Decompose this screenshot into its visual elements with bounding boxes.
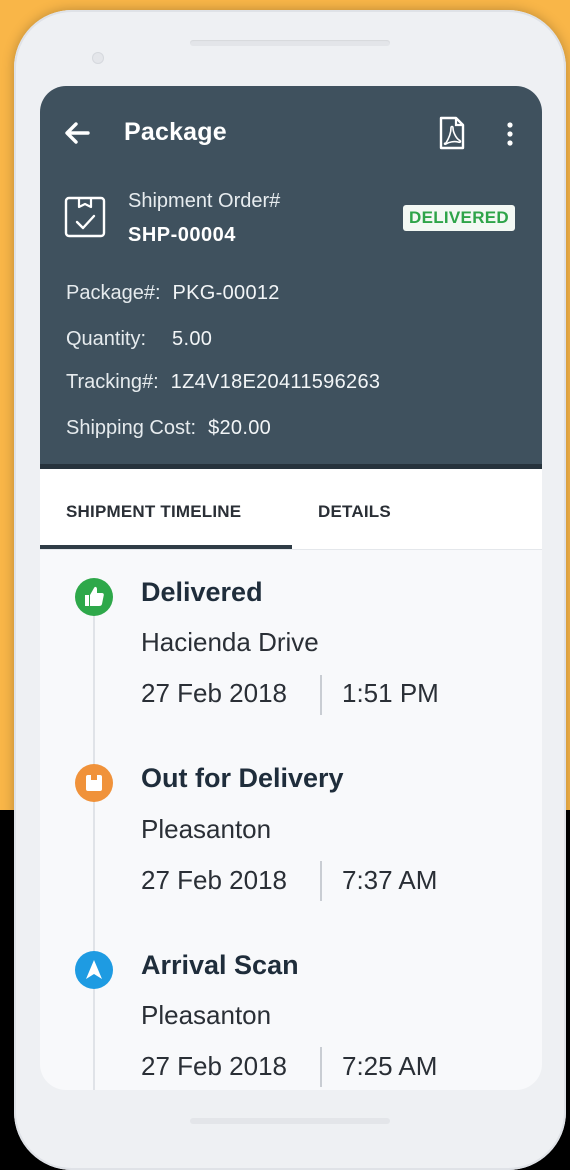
timeline-item-divider xyxy=(320,861,322,901)
package-number-row: Package#: PKG-00012 xyxy=(66,282,280,305)
quantity-label: Quantity: xyxy=(66,328,147,350)
timeline-line xyxy=(93,596,95,1090)
timeline-item-title: Out for Delivery xyxy=(141,763,344,793)
shipment-order-label: Shipment Order# xyxy=(128,190,281,212)
timeline-item-time: 1:51 PM xyxy=(342,678,439,708)
box-icon xyxy=(75,764,113,802)
package-number-label: Package#: xyxy=(66,282,161,304)
package-check-icon xyxy=(64,196,106,238)
back-button[interactable] xyxy=(62,118,92,148)
timeline-item-divider xyxy=(320,1047,322,1087)
quantity-value: 5.00 xyxy=(172,328,213,350)
quantity-row: Quantity: 5.00 xyxy=(66,328,212,351)
timeline-item-divider xyxy=(320,675,322,715)
tracking-value: 1Z4V18E20411596263 xyxy=(170,371,381,393)
pdf-icon xyxy=(439,116,465,150)
navigation-arrow-icon xyxy=(75,951,113,989)
page-title: Package xyxy=(124,118,227,146)
timeline-item-title: Delivered xyxy=(141,577,263,607)
shipping-cost-row: Shipping Cost: $20.00 xyxy=(66,417,271,440)
more-vertical-icon xyxy=(507,122,513,146)
back-arrow-icon xyxy=(65,122,90,144)
speaker xyxy=(190,40,390,46)
home-bar xyxy=(190,1118,390,1124)
timeline-item-place: Pleasanton xyxy=(141,814,272,844)
timeline-item-date: 27 Feb 2018 xyxy=(141,1051,288,1081)
app-screen: Package Shipment Order# SHP-00004 DELIVE… xyxy=(40,86,542,1090)
package-header: Package Shipment Order# SHP-00004 DELIVE… xyxy=(40,86,542,469)
timeline-item-time: 7:37 AM xyxy=(342,865,438,895)
shipping-cost-value: $20.00 xyxy=(208,417,272,439)
package-number-value: PKG-00012 xyxy=(172,282,280,304)
camera xyxy=(92,52,104,64)
timeline-item-time: 7:25 AM xyxy=(342,1051,438,1081)
active-tab-indicator xyxy=(40,545,292,549)
timeline-item-place: Hacienda Drive xyxy=(141,627,319,657)
tab-bar: SHIPMENT TIMELINE DETAILS xyxy=(40,469,542,550)
more-options-button[interactable] xyxy=(502,120,518,150)
tab-shipment-timeline[interactable]: SHIPMENT TIMELINE xyxy=(66,502,241,522)
timeline-item-place: Pleasanton xyxy=(141,1000,272,1030)
shipping-cost-label: Shipping Cost: xyxy=(66,417,197,439)
tracking-row: Tracking#: 1Z4V18E20411596263 xyxy=(66,371,380,394)
tab-details[interactable]: DETAILS xyxy=(318,502,391,522)
thumbs-up-icon xyxy=(75,578,113,616)
timeline-item-date: 27 Feb 2018 xyxy=(141,865,288,895)
status-badge: DELIVERED xyxy=(403,205,515,231)
timeline-item-date: 27 Feb 2018 xyxy=(141,678,288,708)
pdf-button[interactable] xyxy=(439,116,465,150)
tracking-label: Tracking#: xyxy=(66,371,159,393)
shipment-order-number: SHP-00004 xyxy=(128,224,236,246)
timeline-item-title: Arrival Scan xyxy=(141,950,299,980)
